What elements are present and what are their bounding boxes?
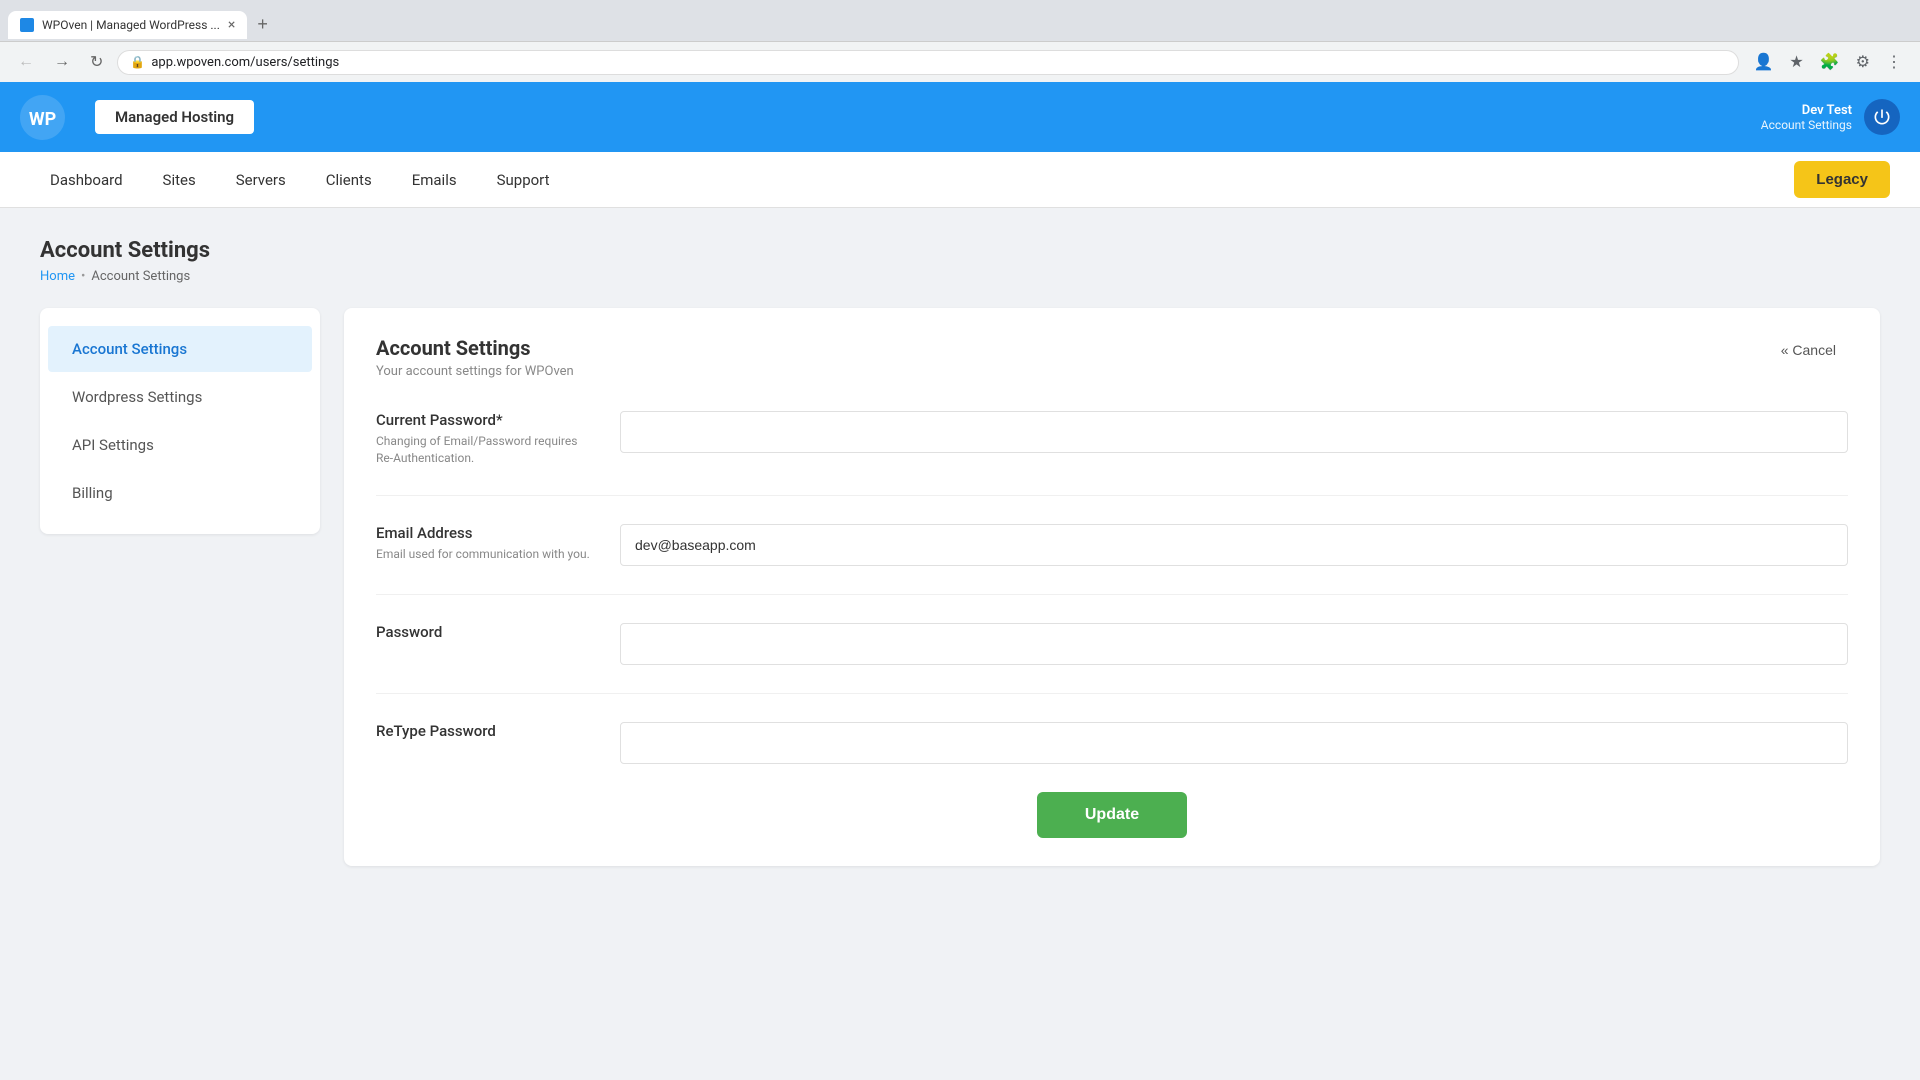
main-nav: Dashboard Sites Servers Clients Emails S… bbox=[0, 152, 1920, 208]
nav-right: Legacy bbox=[1794, 161, 1890, 198]
header-right: Dev Test Account Settings bbox=[1761, 99, 1900, 135]
nav-item-dashboard[interactable]: Dashboard bbox=[30, 155, 143, 205]
browser-nav-bar: ← → ↻ 🔒 app.wpoven.com/users/settings 👤 … bbox=[0, 41, 1920, 82]
email-address-input[interactable] bbox=[620, 524, 1848, 566]
form-row-current-password: Current Password* Changing of Email/Pass… bbox=[376, 411, 1848, 467]
form-input-area-password bbox=[620, 623, 1848, 665]
divider-1 bbox=[376, 495, 1848, 496]
sidebar-item-billing[interactable]: Billing bbox=[48, 470, 312, 516]
settings-icon[interactable]: ⚙ bbox=[1850, 48, 1876, 76]
bookmark-icon[interactable]: ★ bbox=[1783, 48, 1809, 76]
nav-item-sites[interactable]: Sites bbox=[143, 155, 216, 205]
managed-hosting-tab[interactable]: Managed Hosting bbox=[95, 100, 254, 134]
browser-tab-active[interactable]: WPOven | Managed WordPress ... × bbox=[8, 11, 247, 39]
page-title: Account Settings bbox=[40, 238, 1880, 263]
address-bar[interactable]: 🔒 app.wpoven.com/users/settings bbox=[117, 50, 1739, 75]
tab-close-button[interactable]: × bbox=[228, 17, 235, 33]
profile-icon[interactable]: 👤 bbox=[1747, 48, 1779, 76]
refresh-button[interactable]: ↻ bbox=[84, 48, 109, 76]
settings-panel-title-area: Account Settings Your account settings f… bbox=[376, 336, 574, 379]
new-tab-button[interactable]: + bbox=[247, 8, 278, 41]
form-label-current-password: Current Password* bbox=[376, 411, 596, 429]
power-button[interactable] bbox=[1864, 99, 1900, 135]
browser-chrome: WPOven | Managed WordPress ... × + ← → ↻… bbox=[0, 0, 1920, 82]
wpoven-logo: WP bbox=[20, 95, 65, 140]
form-row-retype-password: ReType Password bbox=[376, 722, 1848, 764]
header-account-settings-link[interactable]: Account Settings bbox=[1761, 118, 1852, 132]
menu-icon[interactable]: ⋮ bbox=[1880, 48, 1908, 76]
forward-button[interactable]: → bbox=[48, 49, 76, 75]
back-button[interactable]: ← bbox=[12, 49, 40, 75]
app-header: WP Managed Hosting Dev Test Account Sett… bbox=[0, 82, 1920, 152]
legacy-button[interactable]: Legacy bbox=[1794, 161, 1890, 198]
form-hint-current-password: Changing of Email/Password requires Re-A… bbox=[376, 433, 596, 467]
submit-button[interactable]: Update bbox=[1037, 792, 1187, 838]
power-icon bbox=[1872, 107, 1892, 127]
form-label-retype-password: ReType Password bbox=[376, 722, 596, 740]
form-input-area-email bbox=[620, 524, 1848, 566]
form-label-area-password: Password bbox=[376, 623, 596, 645]
nav-items: Dashboard Sites Servers Clients Emails S… bbox=[30, 155, 570, 205]
page-content: Account Settings Home • Account Settings… bbox=[0, 208, 1920, 896]
settings-main-panel: Account Settings Your account settings f… bbox=[344, 308, 1880, 866]
current-password-input[interactable] bbox=[620, 411, 1848, 453]
form-label-password: Password bbox=[376, 623, 596, 641]
form-label-email: Email Address bbox=[376, 524, 596, 542]
sidebar-item-wordpress-settings[interactable]: Wordpress Settings bbox=[48, 374, 312, 420]
tab-favicon bbox=[20, 18, 34, 32]
browser-toolbar-icons: 👤 ★ 🧩 ⚙ ⋮ bbox=[1747, 48, 1908, 76]
settings-sidebar: Account Settings Wordpress Settings API … bbox=[40, 308, 320, 534]
tab-title: WPOven | Managed WordPress ... bbox=[42, 18, 220, 32]
form-row-password: Password bbox=[376, 623, 1848, 665]
breadcrumb-separator: • bbox=[81, 269, 85, 284]
cancel-button[interactable]: « Cancel bbox=[1769, 336, 1848, 364]
password-input[interactable] bbox=[620, 623, 1848, 665]
settings-panel-title: Account Settings bbox=[376, 336, 574, 360]
form-row-email: Email Address Email used for communicati… bbox=[376, 524, 1848, 566]
nav-item-support[interactable]: Support bbox=[477, 155, 570, 205]
nav-item-clients[interactable]: Clients bbox=[306, 155, 392, 205]
form-label-area-retype-password: ReType Password bbox=[376, 722, 596, 744]
breadcrumb: Home • Account Settings bbox=[40, 269, 1880, 284]
lock-icon: 🔒 bbox=[130, 55, 145, 69]
nav-item-servers[interactable]: Servers bbox=[216, 155, 306, 205]
divider-3 bbox=[376, 693, 1848, 694]
settings-layout: Account Settings Wordpress Settings API … bbox=[40, 308, 1880, 866]
sidebar-item-api-settings[interactable]: API Settings bbox=[48, 422, 312, 468]
sidebar-item-account-settings[interactable]: Account Settings bbox=[48, 326, 312, 372]
address-text: app.wpoven.com/users/settings bbox=[151, 55, 339, 70]
form-label-area-email: Email Address Email used for communicati… bbox=[376, 524, 596, 563]
submit-area: Update bbox=[376, 792, 1848, 838]
settings-panel-header: Account Settings Your account settings f… bbox=[376, 336, 1848, 379]
form-label-area-current-password: Current Password* Changing of Email/Pass… bbox=[376, 411, 596, 467]
svg-text:WP: WP bbox=[29, 109, 56, 130]
divider-2 bbox=[376, 594, 1848, 595]
header-user-name: Dev Test bbox=[1761, 103, 1852, 118]
browser-tab-bar: WPOven | Managed WordPress ... × + bbox=[0, 0, 1920, 41]
nav-item-emails[interactable]: Emails bbox=[392, 155, 477, 205]
logo-area: WP bbox=[20, 95, 75, 140]
form-input-area-current-password bbox=[620, 411, 1848, 453]
breadcrumb-home[interactable]: Home bbox=[40, 269, 75, 284]
breadcrumb-current: Account Settings bbox=[91, 269, 190, 284]
header-user-info: Dev Test Account Settings bbox=[1761, 103, 1852, 132]
settings-panel-subtitle: Your account settings for WPOven bbox=[376, 364, 574, 379]
form-hint-email: Email used for communication with you. bbox=[376, 546, 596, 563]
form-input-area-retype-password bbox=[620, 722, 1848, 764]
extensions-icon[interactable]: 🧩 bbox=[1814, 48, 1846, 76]
retype-password-input[interactable] bbox=[620, 722, 1848, 764]
